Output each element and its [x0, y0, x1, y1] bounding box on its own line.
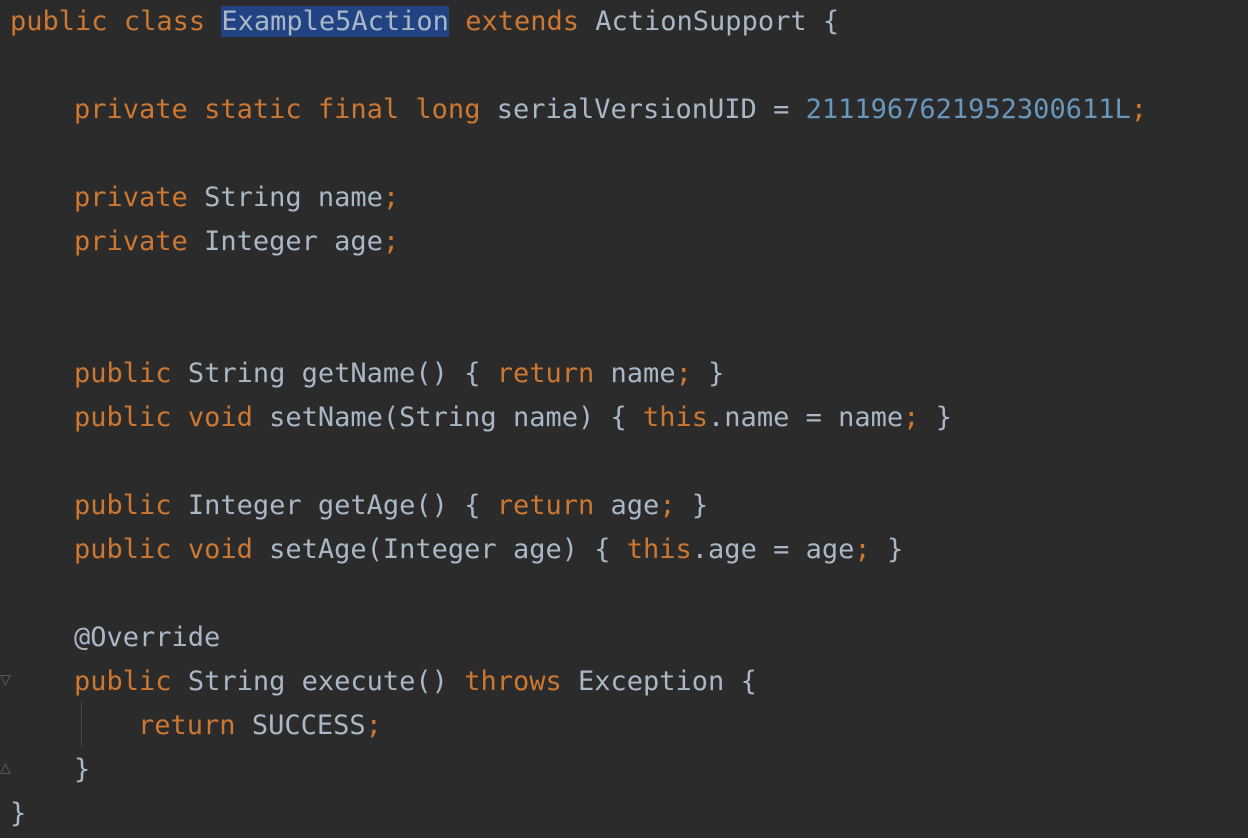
close-brace: } — [935, 402, 952, 433]
equals-sign: = — [773, 94, 790, 125]
annotation-override: @Override — [74, 622, 221, 653]
open-brace: { — [594, 534, 611, 565]
keyword-void: void — [187, 402, 253, 433]
code-line-setage[interactable]: public void setAge(Integer age) { this.a… — [74, 528, 903, 572]
code-line-getage[interactable]: public Integer getAge() { return age; } — [74, 484, 708, 528]
keyword-return: return — [138, 710, 236, 741]
type-string: String — [187, 358, 286, 389]
member-age: .age — [691, 534, 757, 565]
close-brace: } — [74, 754, 91, 785]
semicolon: ; — [1130, 94, 1147, 125]
method-getname: getName() — [301, 358, 448, 389]
keyword-return: return — [496, 490, 595, 521]
keyword-class: class — [123, 6, 206, 37]
type-integer: Integer — [204, 226, 318, 257]
code-line-field-name[interactable]: private String name; — [74, 176, 399, 220]
type-string: String — [187, 666, 286, 697]
super-class-name: ActionSupport — [595, 6, 807, 37]
keyword-private: private — [74, 226, 188, 257]
semicolon: ; — [659, 490, 676, 521]
type-string: String — [204, 182, 302, 213]
keyword-public: public — [74, 358, 172, 389]
member-name: .name — [708, 402, 790, 433]
keyword-throws: throws — [464, 666, 562, 697]
code-line-class-declaration[interactable]: public class Example5Action extends Acti… — [10, 0, 839, 44]
type-integer: Integer — [187, 490, 302, 521]
open-brace: { — [464, 490, 481, 521]
field-name: name — [610, 358, 676, 389]
code-line-override-annotation[interactable]: @Override — [74, 616, 220, 660]
code-line-execute[interactable]: public String execute() throws Exception… — [74, 660, 757, 704]
keyword-void: void — [187, 534, 253, 565]
keyword-private: private — [74, 182, 188, 213]
field-age: age — [334, 226, 383, 257]
param-age: age — [805, 534, 855, 565]
selected-class-name[interactable]: Example5Action — [221, 6, 449, 37]
field-age: age — [610, 490, 660, 521]
equals-sign: = — [773, 534, 790, 565]
constant-success: SUCCESS — [251, 710, 366, 741]
code-editor[interactable]: public class Example5Action extends Acti… — [0, 0, 1248, 838]
close-brace: } — [10, 798, 27, 829]
method-setname: setName(String name) — [269, 402, 595, 433]
keyword-extends: extends — [465, 6, 579, 37]
serial-value: 2111967621952300611L — [805, 94, 1131, 125]
equals-sign: = — [805, 402, 822, 433]
code-line-class-close[interactable]: } — [10, 792, 26, 836]
semicolon: ; — [365, 710, 382, 741]
open-brace: { — [610, 402, 627, 433]
keyword-private: private — [74, 94, 188, 125]
semicolon: ; — [675, 358, 692, 389]
open-brace: { — [464, 358, 481, 389]
semicolon: ; — [854, 534, 871, 565]
keyword-this: this — [643, 402, 709, 433]
serial-field-name: serialVersionUID — [496, 94, 757, 125]
keyword-public: public — [10, 6, 108, 37]
override-gutter-icon[interactable]: ▽ — [0, 672, 11, 696]
keyword-return: return — [496, 358, 595, 389]
method-execute: execute() — [301, 666, 448, 697]
keyword-public: public — [74, 402, 172, 433]
keyword-long: long — [415, 94, 481, 125]
code-line-serial-version[interactable]: private static final long serialVersionU… — [74, 88, 1147, 132]
code-line-return-success[interactable]: return SUCCESS; — [138, 704, 382, 748]
keyword-final: final — [317, 94, 400, 125]
semicolon: ; — [382, 182, 400, 213]
code-line-method-close[interactable]: } — [74, 748, 90, 792]
open-brace: { — [822, 6, 840, 37]
field-name: name — [317, 182, 383, 213]
code-line-field-age[interactable]: private Integer age; — [74, 220, 399, 264]
semicolon: ; — [382, 226, 400, 257]
fold-gutter-icon[interactable]: △ — [0, 760, 11, 784]
param-name: name — [838, 402, 904, 433]
close-brace: } — [691, 490, 709, 521]
close-brace: } — [708, 358, 725, 389]
code-line-setname[interactable]: public void setName(String name) { this.… — [74, 396, 952, 440]
keyword-public: public — [74, 666, 172, 697]
open-brace: { — [740, 666, 757, 697]
indent-guide — [81, 702, 82, 746]
keyword-this: this — [626, 534, 692, 565]
code-line-getname[interactable]: public String getName() { return name; } — [74, 352, 724, 396]
type-exception: Exception — [578, 666, 725, 697]
keyword-public: public — [74, 534, 172, 565]
close-brace: } — [886, 534, 904, 565]
semicolon: ; — [903, 402, 920, 433]
method-getage: getAge() — [317, 490, 448, 521]
keyword-static: static — [204, 94, 302, 125]
method-setage: setAge(Integer age) — [269, 534, 578, 565]
keyword-public: public — [74, 490, 172, 521]
